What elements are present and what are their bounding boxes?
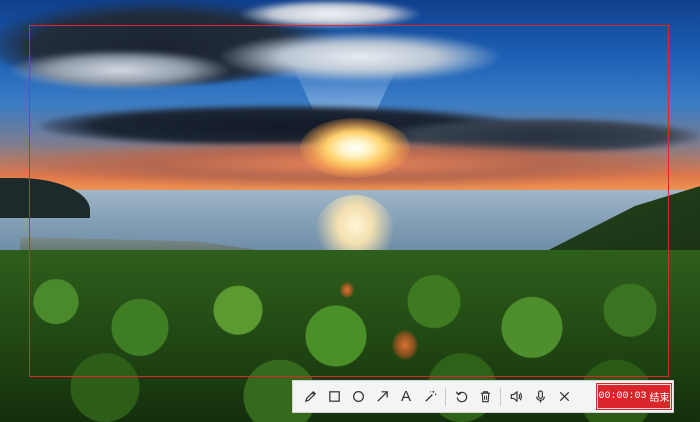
undo-icon[interactable] bbox=[450, 386, 472, 408]
toolbar-divider bbox=[445, 387, 446, 406]
close-icon[interactable] bbox=[553, 386, 575, 408]
drawing-tools: A bbox=[299, 386, 441, 408]
pencil-icon[interactable] bbox=[299, 386, 321, 408]
end-label: 结束 bbox=[649, 393, 670, 404]
edit-tools bbox=[450, 386, 496, 408]
stop-recording-button[interactable]: 00:00:03 结束 bbox=[596, 383, 672, 410]
square-icon[interactable] bbox=[323, 386, 345, 408]
text-icon[interactable]: A bbox=[395, 386, 417, 408]
trash-icon[interactable] bbox=[474, 386, 496, 408]
microphone-icon[interactable] bbox=[529, 386, 551, 408]
audio-tools bbox=[505, 386, 575, 408]
arrow-icon[interactable] bbox=[371, 386, 393, 408]
toolbar-divider bbox=[500, 387, 501, 406]
recording-toolbar: A 00:00:03 结束 bbox=[292, 380, 674, 413]
speaker-icon[interactable] bbox=[505, 386, 527, 408]
magic-wand-icon[interactable] bbox=[419, 386, 441, 408]
capture-region-frame[interactable] bbox=[29, 25, 669, 377]
circle-icon[interactable] bbox=[347, 386, 369, 408]
recording-timer: 00:00:03 bbox=[598, 391, 647, 402]
